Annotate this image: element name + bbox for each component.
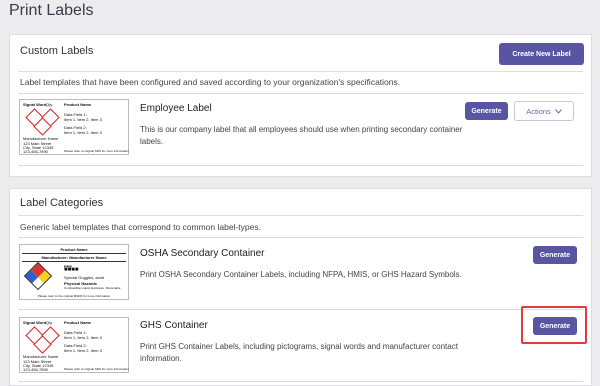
page-title: Print Labels	[9, 2, 94, 19]
ppe-icons: ■■■■	[64, 267, 79, 273]
label-categories-card: Label Categories Generic label templates…	[9, 188, 592, 386]
chevron-down-icon	[554, 108, 562, 114]
thumb-signal-word: Signal Word	[23, 320, 47, 325]
employee-label-description: This is our company label that all emplo…	[140, 125, 463, 146]
divider	[18, 309, 583, 310]
actions-label: Actions	[526, 106, 551, 116]
thumb-items-2: Item 1, Item 2, Item 3	[64, 130, 102, 135]
thumb-items-1: Item 1, Item 2, Item 3	[64, 335, 102, 340]
thumb-footer: Please refer to original SDS for more in…	[64, 149, 129, 153]
osha-label-thumbnail[interactable]: Product Name Manufacturer: Manufacturer …	[19, 244, 129, 300]
generate-button[interactable]: Generate	[465, 102, 508, 120]
actions-dropdown[interactable]: Actions	[514, 101, 574, 121]
label-categories-description: Generic label templates that correspond …	[20, 222, 261, 232]
ghs-container-title[interactable]: GHS Container	[140, 320, 208, 331]
thumb-ppe-detail: Special Goggles, acrid	[64, 275, 105, 280]
thumb-qty: Qty	[46, 102, 53, 107]
divider	[18, 93, 583, 94]
divider	[18, 237, 583, 238]
thumb-manufacturer: Manufacturer: Manufacturer Name	[41, 255, 107, 260]
divider	[18, 381, 583, 382]
nfpa-diamond-icon	[23, 261, 53, 291]
create-new-label-button[interactable]: Create New Label	[499, 43, 584, 65]
divider	[22, 253, 126, 254]
custom-labels-title: Custom Labels	[20, 45, 94, 57]
osha-secondary-container-description: Print OSHA Secondary Container Labels, i…	[140, 270, 462, 279]
employee-label-thumbnail[interactable]: Signal Word Qty Product Name Data Field …	[19, 99, 129, 155]
ghs-label-thumbnail[interactable]: Signal Word Qty Product Name Data Field …	[19, 317, 129, 373]
thumb-items-1: Item 1, Item 2, Item 3	[64, 117, 102, 122]
thumb-footer: Please refer to the original MSDS for mo…	[37, 294, 111, 298]
thumb-product-name: Product Name	[64, 102, 92, 107]
divider	[18, 215, 583, 216]
thumb-footer: Please refer to original SDS for more in…	[64, 367, 129, 371]
custom-labels-description: Label templates that have been configure…	[20, 77, 401, 87]
thumb-qty: Qty	[46, 320, 53, 325]
generate-highlight-box	[521, 306, 587, 344]
label-categories-title: Label Categories	[20, 197, 104, 209]
thumb-phone: 123-456-7890	[23, 367, 48, 372]
thumb-product-name: Product Name	[60, 247, 88, 252]
thumb-items-2: Item 1, Item 2, Item 3	[64, 348, 102, 353]
thumb-signal-word: Signal Word	[23, 102, 47, 107]
employee-label-title[interactable]: Employee Label	[140, 103, 212, 114]
divider	[18, 165, 583, 166]
generate-button[interactable]: Generate	[533, 246, 577, 264]
thumb-hazard-detail: Combustible Liquid, Explosive, Flammable	[64, 286, 121, 290]
divider	[18, 71, 583, 72]
osha-secondary-container-title[interactable]: OSHA Secondary Container	[140, 248, 265, 259]
ghs-container-description: Print GHS Container Labels, including pi…	[140, 342, 458, 363]
custom-labels-card: Custom Labels Create New Label Label tem…	[9, 34, 592, 177]
thumb-product-name: Product Name	[64, 320, 92, 325]
thumb-phone: 123-456-7890	[23, 149, 48, 154]
